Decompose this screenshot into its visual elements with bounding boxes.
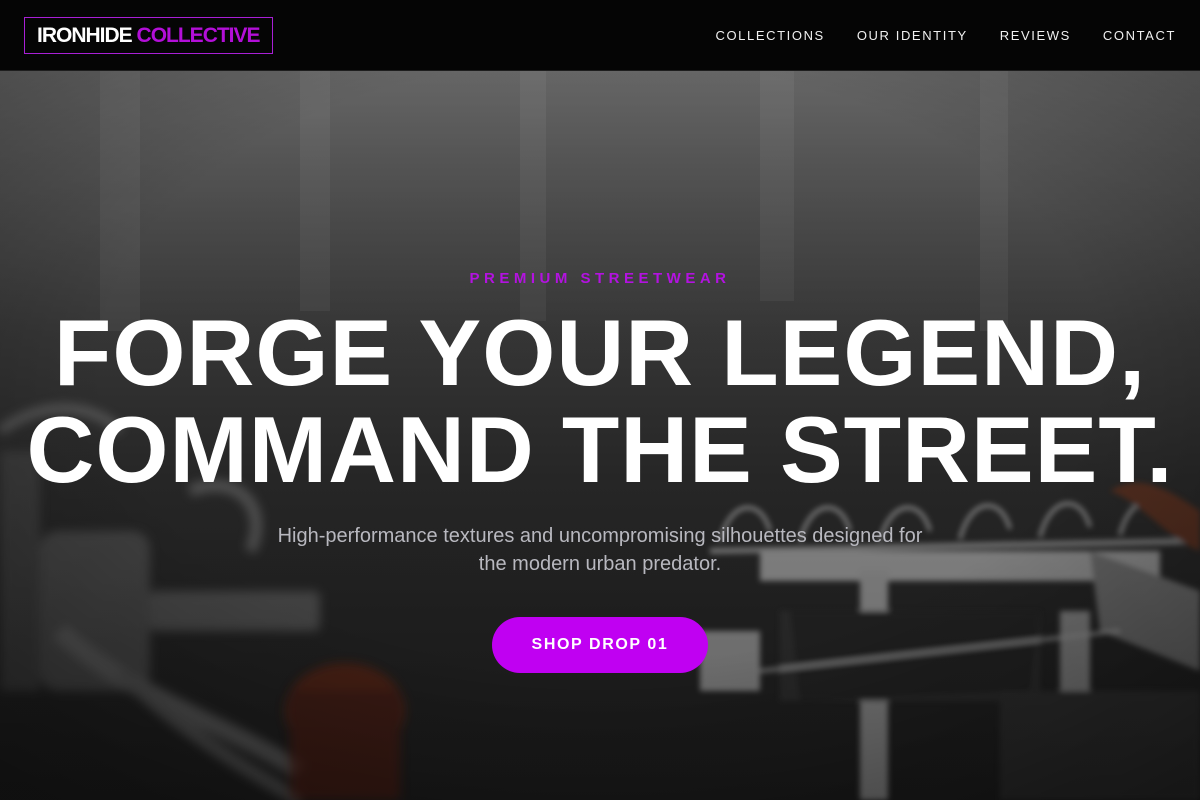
nav-link-our-identity[interactable]: OUR IDENTITY	[857, 28, 968, 43]
logo-accent-text: COLLECTIVE	[136, 23, 261, 47]
nav-link-collections[interactable]: COLLECTIONS	[715, 28, 824, 43]
brand-logo[interactable]: IRONHIDE COLLECTIVE	[24, 16, 273, 54]
hero-headline: FORGE YOUR LEGEND, COMMAND THE STREET.	[0, 304, 1200, 498]
hero-eyebrow: PREMIUM STREETWEAR	[469, 270, 731, 287]
nav-link-contact[interactable]: CONTACT	[1103, 28, 1176, 43]
main-navigation: COLLECTIONS OUR IDENTITY REVIEWS CONTACT	[715, 28, 1176, 43]
logo-primary-text: IRONHIDE	[37, 23, 133, 47]
headline-line-1: FORGE YOUR LEGEND,	[53, 300, 1147, 405]
hero-subtext: High-performance textures and uncompromi…	[277, 525, 923, 575]
nav-link-reviews[interactable]: REVIEWS	[1000, 28, 1071, 43]
hero-section: PREMIUM STREETWEAR FORGE YOUR LEGEND, CO…	[0, 71, 1200, 800]
headline-line-2: COMMAND THE STREET.	[26, 397, 1174, 502]
shop-drop-button[interactable]: SHOP DROP 01	[492, 617, 708, 673]
site-header: IRONHIDE COLLECTIVE COLLECTIONS OUR IDEN…	[0, 0, 1200, 71]
hero-content: PREMIUM STREETWEAR FORGE YOUR LEGEND, CO…	[0, 71, 1200, 800]
